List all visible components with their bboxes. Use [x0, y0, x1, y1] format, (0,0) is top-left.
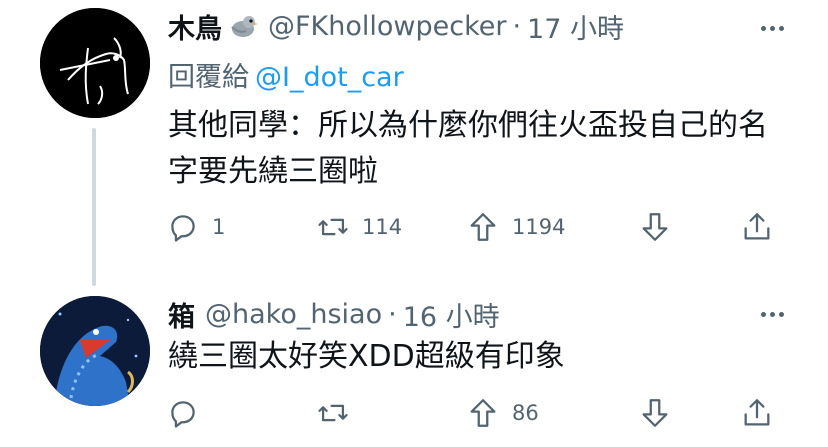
reply-to-handle-link[interactable]: @I_dot_car — [255, 62, 404, 93]
downvote-button[interactable] — [638, 207, 672, 247]
tweet[interactable]: 箱 @hako_hsiao · 16 小時 繞三圈太好笑XDD超級有印象 86 — [0, 282, 828, 447]
downvote-arrow-icon — [642, 399, 668, 427]
retweet-icon — [318, 218, 348, 236]
upvote-arrow-icon — [470, 399, 496, 427]
tweet-text: 其他同學：所以為什麼你們往火盃投自己的名字要先繞三圈啦 — [168, 108, 768, 189]
avatar-bird-drawing — [40, 8, 150, 118]
separator-dot: · — [512, 10, 522, 42]
thread-connector-line — [92, 128, 96, 286]
reply-button[interactable] — [166, 393, 212, 433]
retweet-button[interactable]: 114 — [316, 207, 402, 247]
timestamp[interactable]: 17 小時 — [527, 7, 624, 46]
share-icon — [744, 399, 770, 426]
upvote-arrow-icon — [470, 213, 496, 241]
separator-dot: · — [388, 298, 397, 330]
share-icon — [744, 213, 770, 240]
user-handle[interactable]: @FKhollowpecker — [268, 11, 506, 42]
share-button[interactable] — [740, 207, 774, 247]
avatar[interactable] — [40, 8, 150, 118]
avatar-whale-drawing — [40, 296, 150, 406]
more-options-icon[interactable] — [754, 296, 790, 332]
retweet-icon — [318, 404, 348, 422]
reply-count: 1 — [212, 215, 226, 239]
upvote-count: 86 — [512, 401, 539, 425]
tweet-actions: 1 114 1194 — [160, 207, 800, 247]
downvote-button[interactable] — [638, 393, 672, 433]
display-name[interactable]: 木鳥 — [168, 7, 222, 46]
downvote-arrow-icon — [642, 213, 668, 241]
upvote-button[interactable]: 1194 — [466, 207, 565, 247]
retweet-count: 114 — [362, 215, 403, 239]
tweet[interactable]: 木鳥 @FKhollowpecker · 17 小時 回覆給 @I_dot_car… — [0, 0, 828, 286]
bird-emoji-icon — [228, 11, 258, 41]
timestamp[interactable]: 16 小時 — [403, 295, 500, 334]
reply-icon — [171, 215, 195, 242]
user-handle[interactable]: @hako_hsiao — [205, 299, 382, 330]
reply-context: 回覆給 @I_dot_car — [168, 55, 404, 94]
share-button[interactable] — [740, 393, 774, 433]
more-options-icon[interactable] — [754, 10, 790, 46]
tweet-header: 箱 @hako_hsiao · 16 小時 — [168, 292, 500, 336]
tweet-actions: 86 — [160, 393, 800, 433]
upvote-count: 1194 — [512, 215, 566, 239]
avatar[interactable] — [40, 296, 150, 406]
display-name[interactable]: 箱 — [168, 295, 195, 334]
upvote-button[interactable]: 86 — [466, 393, 539, 433]
retweet-button[interactable] — [316, 393, 362, 433]
reply-button[interactable]: 1 — [166, 207, 225, 247]
tweet-header: 木鳥 @FKhollowpecker · 17 小時 — [168, 4, 624, 48]
reply-icon — [171, 401, 195, 428]
reply-prefix: 回覆給 — [168, 62, 249, 93]
tweet-text: 繞三圈太好笑XDD超級有印象 — [168, 339, 565, 374]
